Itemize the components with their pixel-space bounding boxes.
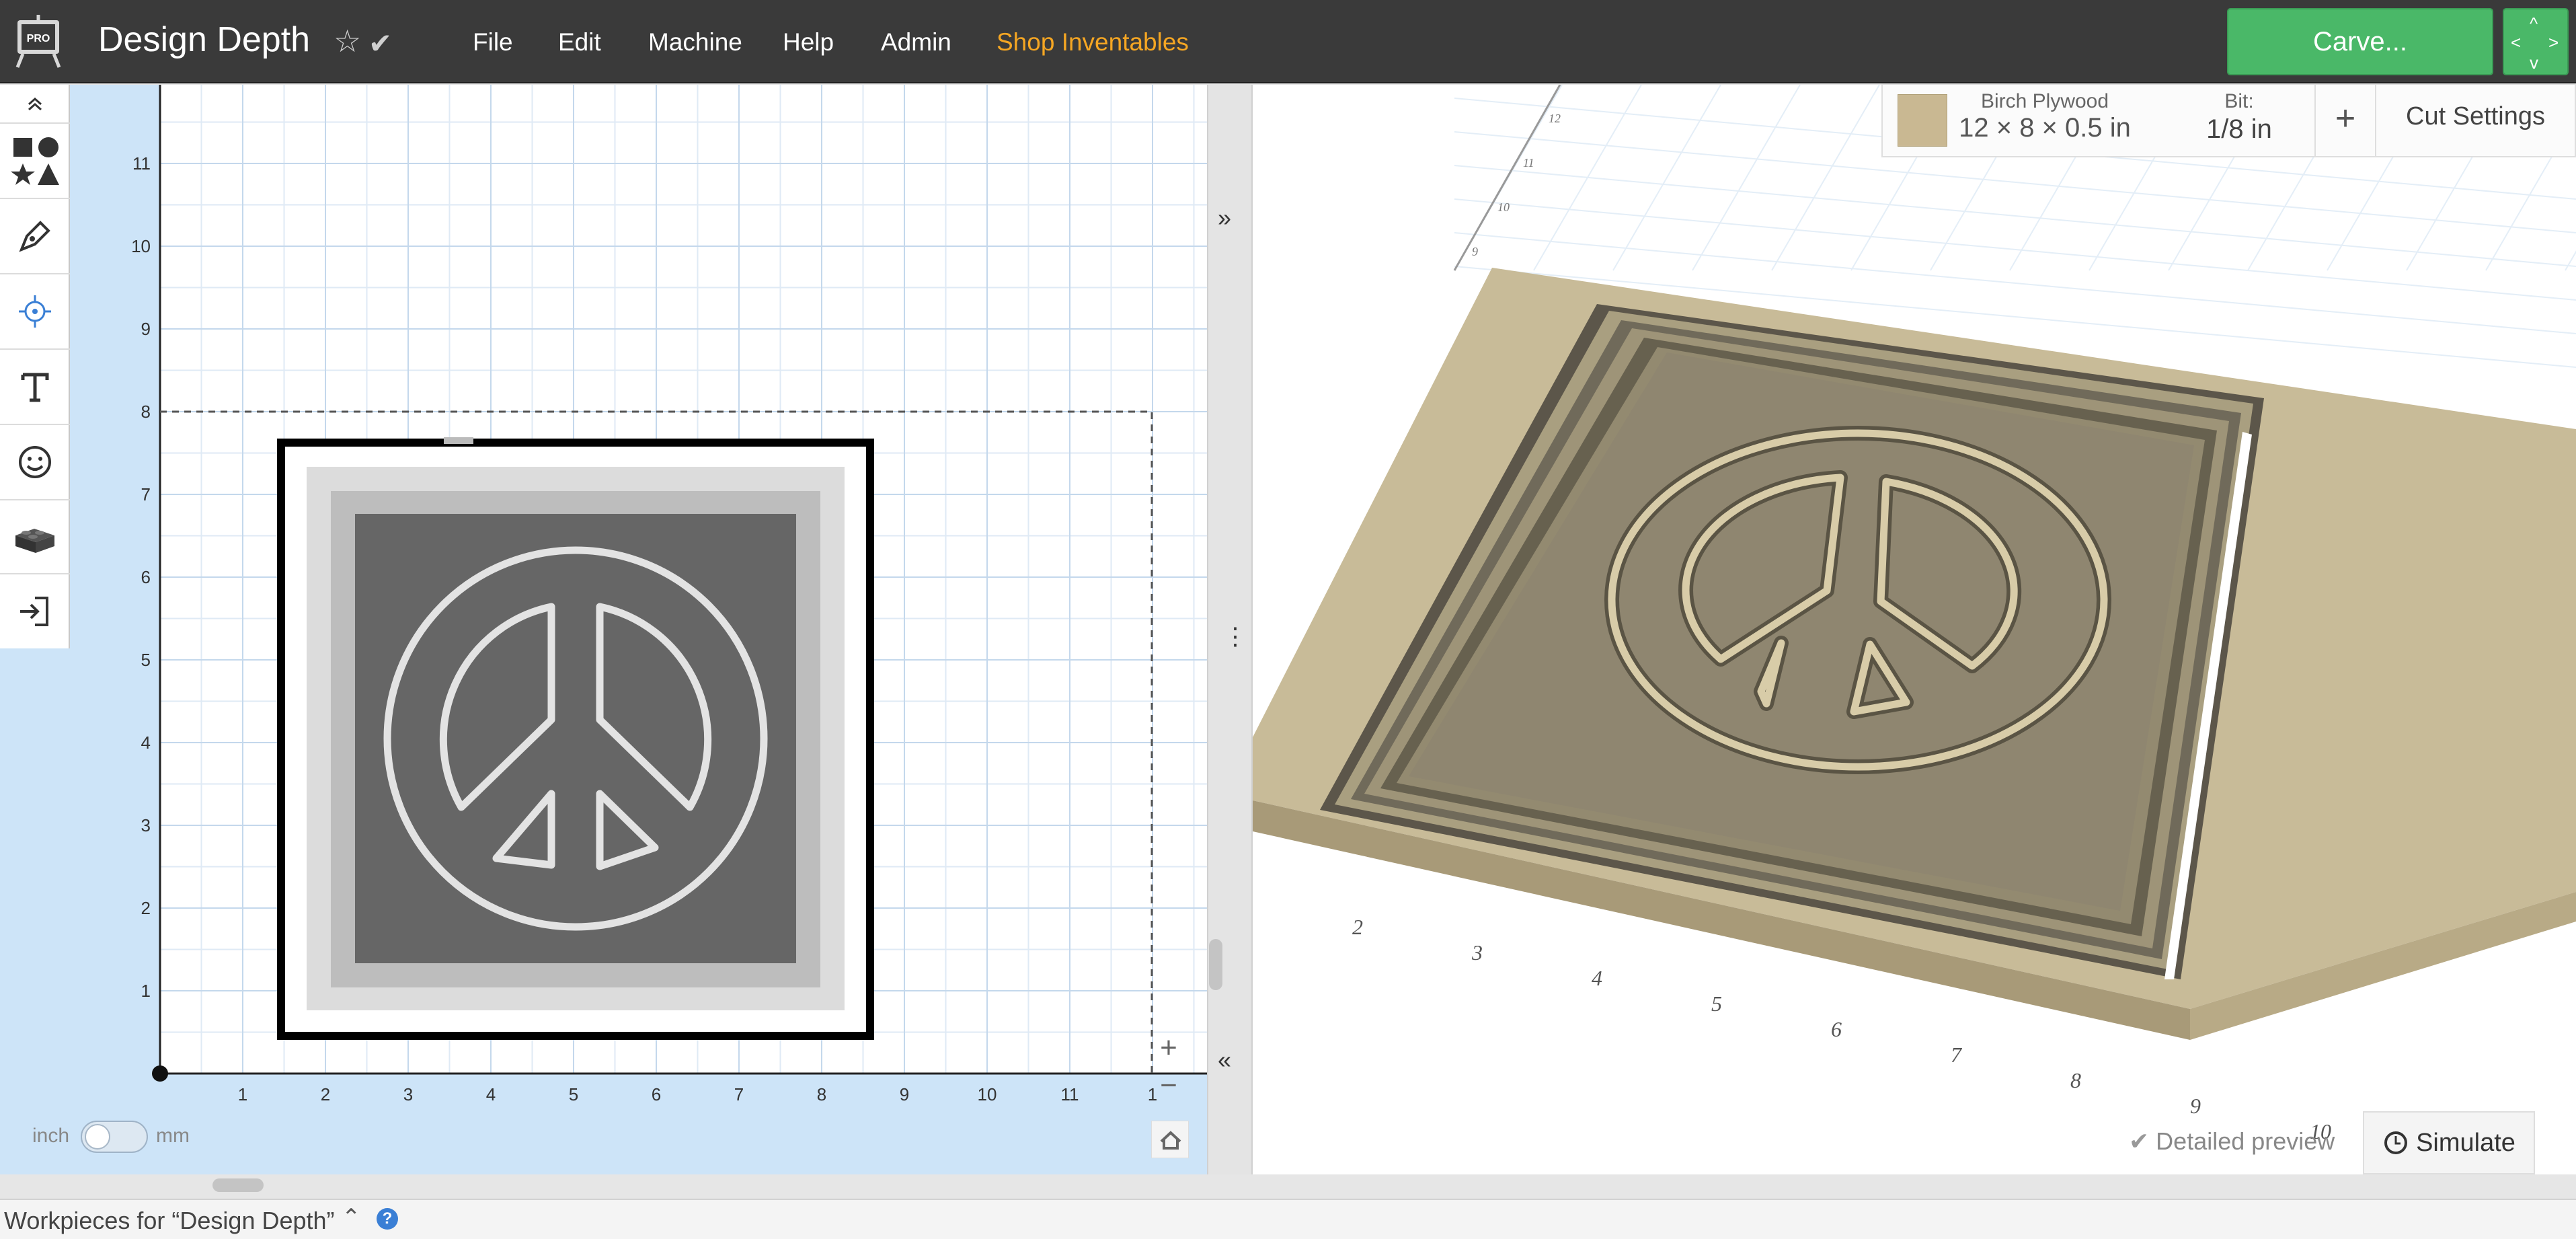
y-axis-tick-label: 8 [141, 402, 151, 422]
material-swatch[interactable] [1898, 94, 1947, 147]
y-axis-tick-label: 9 [141, 319, 151, 339]
point-target-icon[interactable] [0, 274, 70, 350]
home-icon[interactable] [1151, 1121, 1189, 1158]
checkmark-icon: ✔ [2129, 1127, 2156, 1155]
y-axis-tick-label: 6 [141, 567, 151, 587]
menu-file[interactable]: File [473, 26, 513, 59]
unit-inch-label: inch [32, 1125, 70, 1147]
import-icon[interactable] [0, 574, 70, 648]
preview-y-tick-label: 9 [1472, 245, 1478, 258]
preview-y-tick-label: 11 [1523, 156, 1534, 170]
add-bit-button[interactable]: + [2314, 85, 2376, 156]
toggle-knob [85, 1124, 110, 1150]
lego-brick-icon[interactable] [0, 500, 70, 574]
pen-icon[interactable] [0, 199, 70, 274]
simulate-label: Simulate [2416, 1128, 2515, 1157]
y-axis-tick-label: 2 [141, 898, 151, 918]
text-icon[interactable] [0, 350, 70, 425]
design-canvas[interactable]: 1 2 3 4 5 6 7 8 9 10 11 1 2 3 4 5 6 7 8 9 10 11 1 [0, 85, 1207, 1174]
emoji-icon[interactable] [0, 425, 70, 500]
menu-help[interactable]: Help [783, 26, 834, 59]
workpieces-toggle[interactable]: Workpieces for “Design Depth” [4, 1207, 335, 1235]
checkmark-icon: ✔ [368, 28, 393, 59]
y-axis-tick-label: 10 [131, 236, 151, 256]
vertical-scrollbar[interactable] [1209, 939, 1222, 990]
material-dimensions[interactable]: 12 × 8 × 0.5 in [1954, 113, 2136, 143]
x-axis-tick-label: 6 [652, 1084, 661, 1104]
star-outline-icon[interactable]: ☆ [334, 24, 361, 58]
y-axis-tick-label: 7 [141, 484, 151, 504]
x-axis-tick-label: 4 [486, 1084, 496, 1104]
expand-right-icon[interactable]: » [1218, 204, 1231, 231]
bit-value[interactable]: 1/8 in [2179, 114, 2300, 145]
y-axis-tick-label: 1 [141, 981, 151, 1001]
cut-settings-button[interactable]: Cut Settings [2406, 102, 2545, 131]
peace-sign-design[interactable] [277, 437, 874, 1040]
menu-admin[interactable]: Admin [881, 26, 951, 59]
shapes-icon[interactable] [0, 124, 70, 199]
x-axis-tick-label: 10 [978, 1084, 997, 1104]
clock-icon [2384, 1131, 2408, 1154]
document-title[interactable]: Design Depth [98, 17, 310, 62]
chevron-up-icon[interactable]: ⌃ [342, 1204, 361, 1231]
zoom-in-button[interactable]: + [1150, 1029, 1187, 1067]
x-axis-tick-label: 11 [1061, 1084, 1079, 1104]
menu-machine[interactable]: Machine [648, 26, 742, 59]
menu-shop-inventables[interactable]: Shop Inventables [997, 26, 1189, 59]
material-name[interactable]: Birch Plywood [1954, 90, 2136, 113]
x-axis-tick-label: 1 [238, 1084, 247, 1104]
chevron-up-icon[interactable] [0, 85, 70, 124]
x-axis-tick-label: 2 [321, 1084, 330, 1104]
drag-handle-icon[interactable]: ⋮ [1223, 623, 1247, 650]
y-axis-tick-label: 5 [141, 650, 151, 670]
x-axis-tick-label: 9 [900, 1084, 909, 1104]
preview-x-tick-label: 5 [1711, 991, 1722, 1016]
detailed-preview-label: Detailed preview [2156, 1127, 2335, 1155]
preview-x-tick-label: 7 [1951, 1043, 1963, 1067]
collapse-left-icon[interactable]: « [1218, 1047, 1231, 1074]
y-axis-tick-label: 11 [132, 153, 151, 174]
menu-edit[interactable]: Edit [558, 26, 601, 59]
detailed-preview-toggle[interactable]: ✔ Detailed preview [2129, 1127, 2335, 1156]
preview-x-tick-label: 9 [2190, 1094, 2201, 1118]
preview-y-tick-label: 10 [1497, 200, 1510, 214]
simulate-button[interactable]: Simulate [2363, 1111, 2535, 1174]
preview-x-tick-label: 3 [1471, 940, 1483, 965]
directional-arrows-icon[interactable]: ^ v < > [2503, 8, 2569, 75]
workpieces-bar: Workpieces for “Design Depth” ⌃ ? [0, 1199, 2576, 1239]
material-settings-panel: Birch Plywood 12 × 8 × 0.5 in Bit: 1/8 i… [1881, 83, 2576, 157]
preview-x-tick-label: 8 [2070, 1068, 2081, 1092]
unit-toggle[interactable] [81, 1121, 148, 1153]
horizontal-scrollbar[interactable] [212, 1178, 264, 1192]
y-axis-tick-label: 3 [141, 815, 151, 835]
preview-x-tick-label: 4 [1592, 966, 1602, 990]
x-axis-tick-label: 3 [403, 1084, 413, 1104]
zoom-out-button[interactable]: − [1150, 1067, 1187, 1104]
top-bar: PRO Design Depth ☆ ✔ File Edit Machine H… [0, 0, 2576, 83]
3d-preview[interactable]: 2 3 4 5 6 7 8 9 10 12 11 10 9 [1253, 85, 2576, 1174]
panel-splitter[interactable]: » ⋮ « [1207, 85, 1253, 1174]
x-axis-tick-label: 7 [734, 1084, 744, 1104]
help-icon[interactable]: ? [377, 1208, 398, 1230]
easel-logo-icon[interactable]: PRO [9, 15, 67, 69]
pro-badge: PRO [27, 33, 50, 44]
bit-label: Bit: [2224, 90, 2254, 112]
x-axis-tick-label: 5 [569, 1084, 578, 1104]
x-axis-tick-label: 8 [817, 1084, 826, 1104]
tool-rail [0, 85, 70, 648]
y-axis-tick-label: 4 [141, 733, 151, 753]
unit-mm-label: mm [156, 1125, 190, 1147]
app-window: PRO Design Depth ☆ ✔ File Edit Machine H… [0, 0, 2576, 1239]
preview-x-tick-label: 6 [1831, 1017, 1842, 1041]
carve-button[interactable]: Carve... [2227, 8, 2493, 75]
canvas-grid: 1234567891011 1 2 3 4 5 6 7 8 9 10 11 1 [131, 85, 1207, 1104]
preview-y-tick-label: 12 [1549, 112, 1561, 125]
preview-x-tick-label: 2 [1352, 915, 1363, 939]
